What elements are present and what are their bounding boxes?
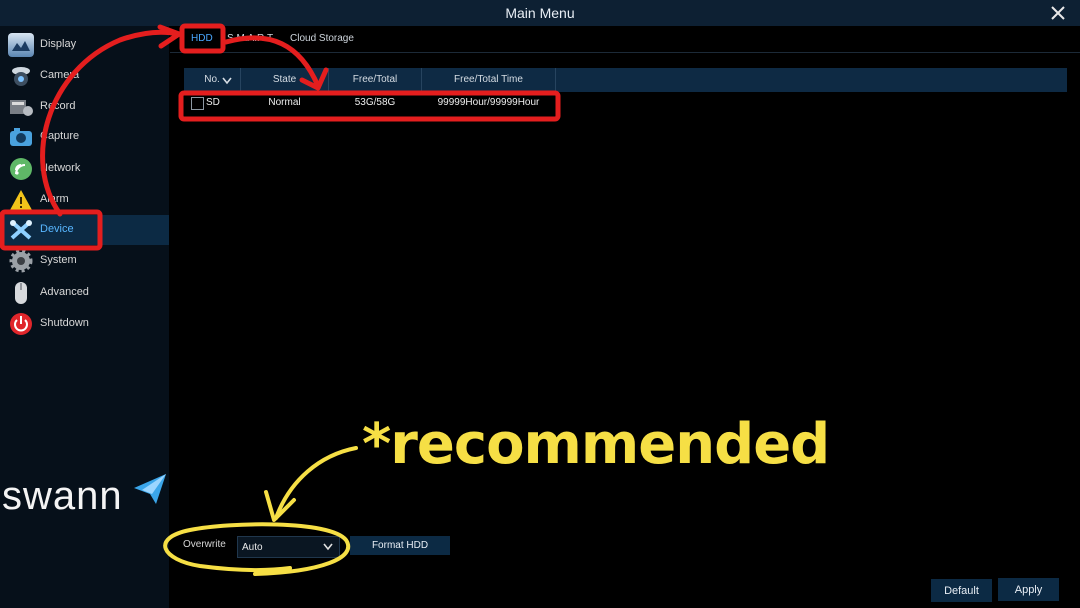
column-header-state: State — [241, 68, 329, 92]
tab-cloud-storage[interactable]: Cloud Storage — [290, 26, 354, 52]
cell-state: Normal — [268, 97, 301, 108]
sidebar-item-capture[interactable]: Capture — [0, 122, 169, 152]
close-icon[interactable] — [1048, 3, 1068, 23]
sidebar-item-label: Alarm — [40, 193, 69, 205]
mouse-icon — [8, 281, 34, 305]
title-bar: Main Menu — [0, 0, 1080, 26]
sidebar-item-shutdown[interactable]: Shutdown — [0, 309, 169, 339]
tab-smart[interactable]: S.M.A.R.T — [227, 26, 273, 52]
display-icon — [8, 33, 34, 57]
window-title: Main Menu — [505, 5, 575, 21]
sidebar-item-label: Network — [40, 162, 81, 174]
sidebar-item-alarm[interactable]: Alarm — [0, 185, 169, 215]
power-icon — [8, 312, 34, 336]
cell-no: SD — [206, 97, 220, 108]
chevron-down-icon — [323, 543, 333, 551]
capture-icon — [8, 125, 34, 149]
sidebar-item-display[interactable]: Display — [0, 30, 169, 60]
swann-logo: swann — [2, 474, 168, 524]
default-button[interactable]: Default — [931, 579, 992, 602]
sidebar-item-device[interactable]: Device — [0, 215, 169, 245]
logo-text: swann — [2, 474, 123, 518]
sidebar-item-network[interactable]: Network — [0, 154, 169, 184]
sidebar-item-label: Display — [40, 38, 77, 50]
chevron-down-icon — [222, 77, 232, 85]
alarm-icon — [8, 188, 34, 212]
sidebar-item-label: Device — [40, 223, 74, 235]
disk-table-header: No. State Free/Total Free/Total Time — [184, 68, 1067, 92]
sidebar-item-label: Advanced — [40, 286, 89, 298]
camera-icon — [8, 64, 34, 88]
column-header-free-total: Free/Total — [329, 68, 422, 92]
overwrite-label: Overwrite — [183, 539, 226, 550]
sidebar-item-label: System — [40, 254, 77, 266]
apply-button[interactable]: Apply — [998, 578, 1059, 601]
yellow-arrowhead — [264, 490, 296, 522]
overwrite-value: Auto — [242, 542, 263, 553]
sidebar-item-camera[interactable]: Camera — [0, 61, 169, 91]
sidebar: Display Camera Record Capture Network Al… — [0, 26, 169, 608]
table-row[interactable]: SD Normal 53G/58G 99999Hour/99999Hour — [184, 93, 1067, 115]
network-icon — [8, 157, 34, 181]
sidebar-item-record[interactable]: Record — [0, 92, 169, 122]
row-checkbox[interactable] — [191, 97, 204, 110]
device-icon — [8, 218, 34, 242]
sidebar-item-label: Shutdown — [40, 317, 89, 329]
sidebar-item-label: Camera — [40, 69, 80, 81]
overwrite-select[interactable]: Auto — [237, 536, 340, 558]
sidebar-item-label: Capture — [40, 130, 80, 142]
yellow-arrow — [274, 446, 358, 520]
sidebar-item-label: Record — [40, 100, 76, 112]
tab-hdd[interactable]: HDD — [191, 26, 213, 52]
column-header-free-total-time: Free/Total Time — [422, 68, 556, 92]
sidebar-item-system[interactable]: System — [0, 246, 169, 276]
cell-free-total-time: 99999Hour/99999Hour — [437, 97, 540, 108]
record-icon — [8, 95, 34, 119]
logo-wing-icon — [134, 474, 166, 504]
sidebar-item-advanced[interactable]: Advanced — [0, 278, 169, 308]
tab-bar: HDD S.M.A.R.T Cloud Storage — [170, 26, 1080, 53]
gear-icon — [8, 249, 34, 273]
format-hdd-button[interactable]: Format HDD — [350, 536, 450, 555]
column-header-label: No. — [204, 74, 220, 85]
recommended-annotation: *recommended — [362, 412, 830, 477]
column-header-no[interactable]: No. — [184, 68, 241, 92]
cell-free-total: 53G/58G — [354, 97, 396, 108]
